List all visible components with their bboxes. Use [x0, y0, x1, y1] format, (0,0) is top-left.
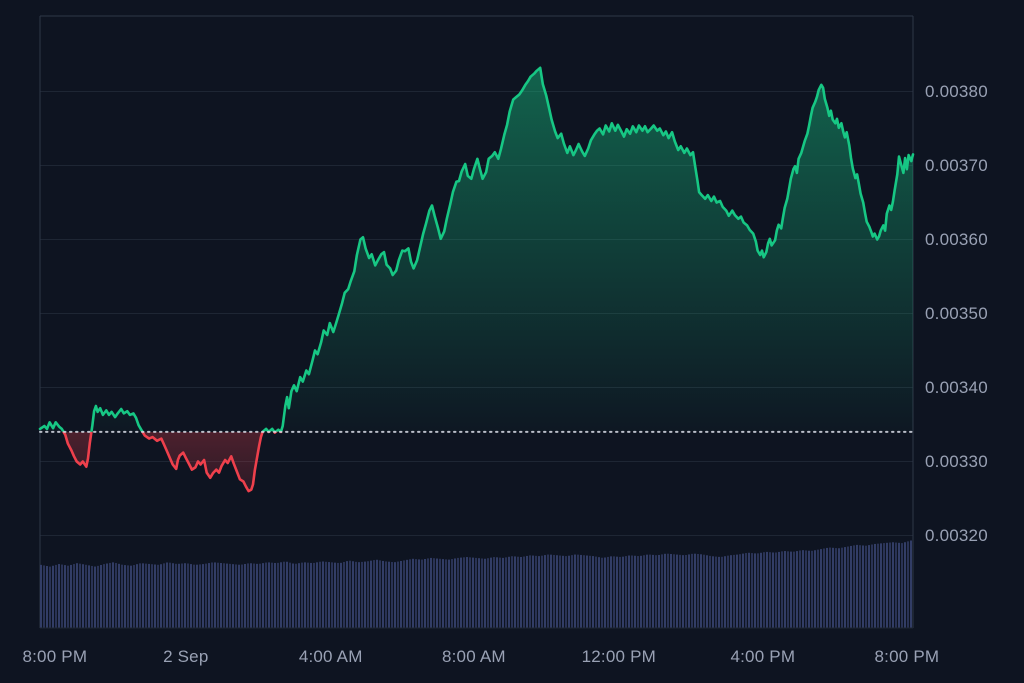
y-axis-label: 0.00370 — [925, 156, 988, 176]
price-series-up — [40, 68, 913, 491]
volume-bars — [40, 541, 912, 628]
x-axis-label: 8:00 AM — [424, 647, 524, 667]
area-fill-up — [40, 68, 913, 491]
x-axis-label: 2 Sep — [136, 647, 236, 667]
y-axis-label: 0.00340 — [925, 378, 988, 398]
x-axis-label: 8:00 PM — [857, 647, 957, 667]
y-axis-label: 0.00380 — [925, 82, 988, 102]
y-axis-label: 0.00330 — [925, 452, 988, 472]
y-axis-label: 0.00350 — [925, 304, 988, 324]
chart-canvas[interactable] — [0, 0, 1024, 683]
x-axis-label: 8:00 PM — [5, 647, 105, 667]
x-axis-label: 4:00 PM — [713, 647, 813, 667]
x-axis-label: 12:00 PM — [569, 647, 669, 667]
y-axis-label: 0.00360 — [925, 230, 988, 250]
price-chart[interactable]: 0.00380 0.00370 0.00360 0.00350 0.00340 0.003… — [0, 0, 1024, 683]
y-axis-label: 0.00320 — [925, 526, 988, 546]
x-axis-label: 4:00 AM — [281, 647, 381, 667]
